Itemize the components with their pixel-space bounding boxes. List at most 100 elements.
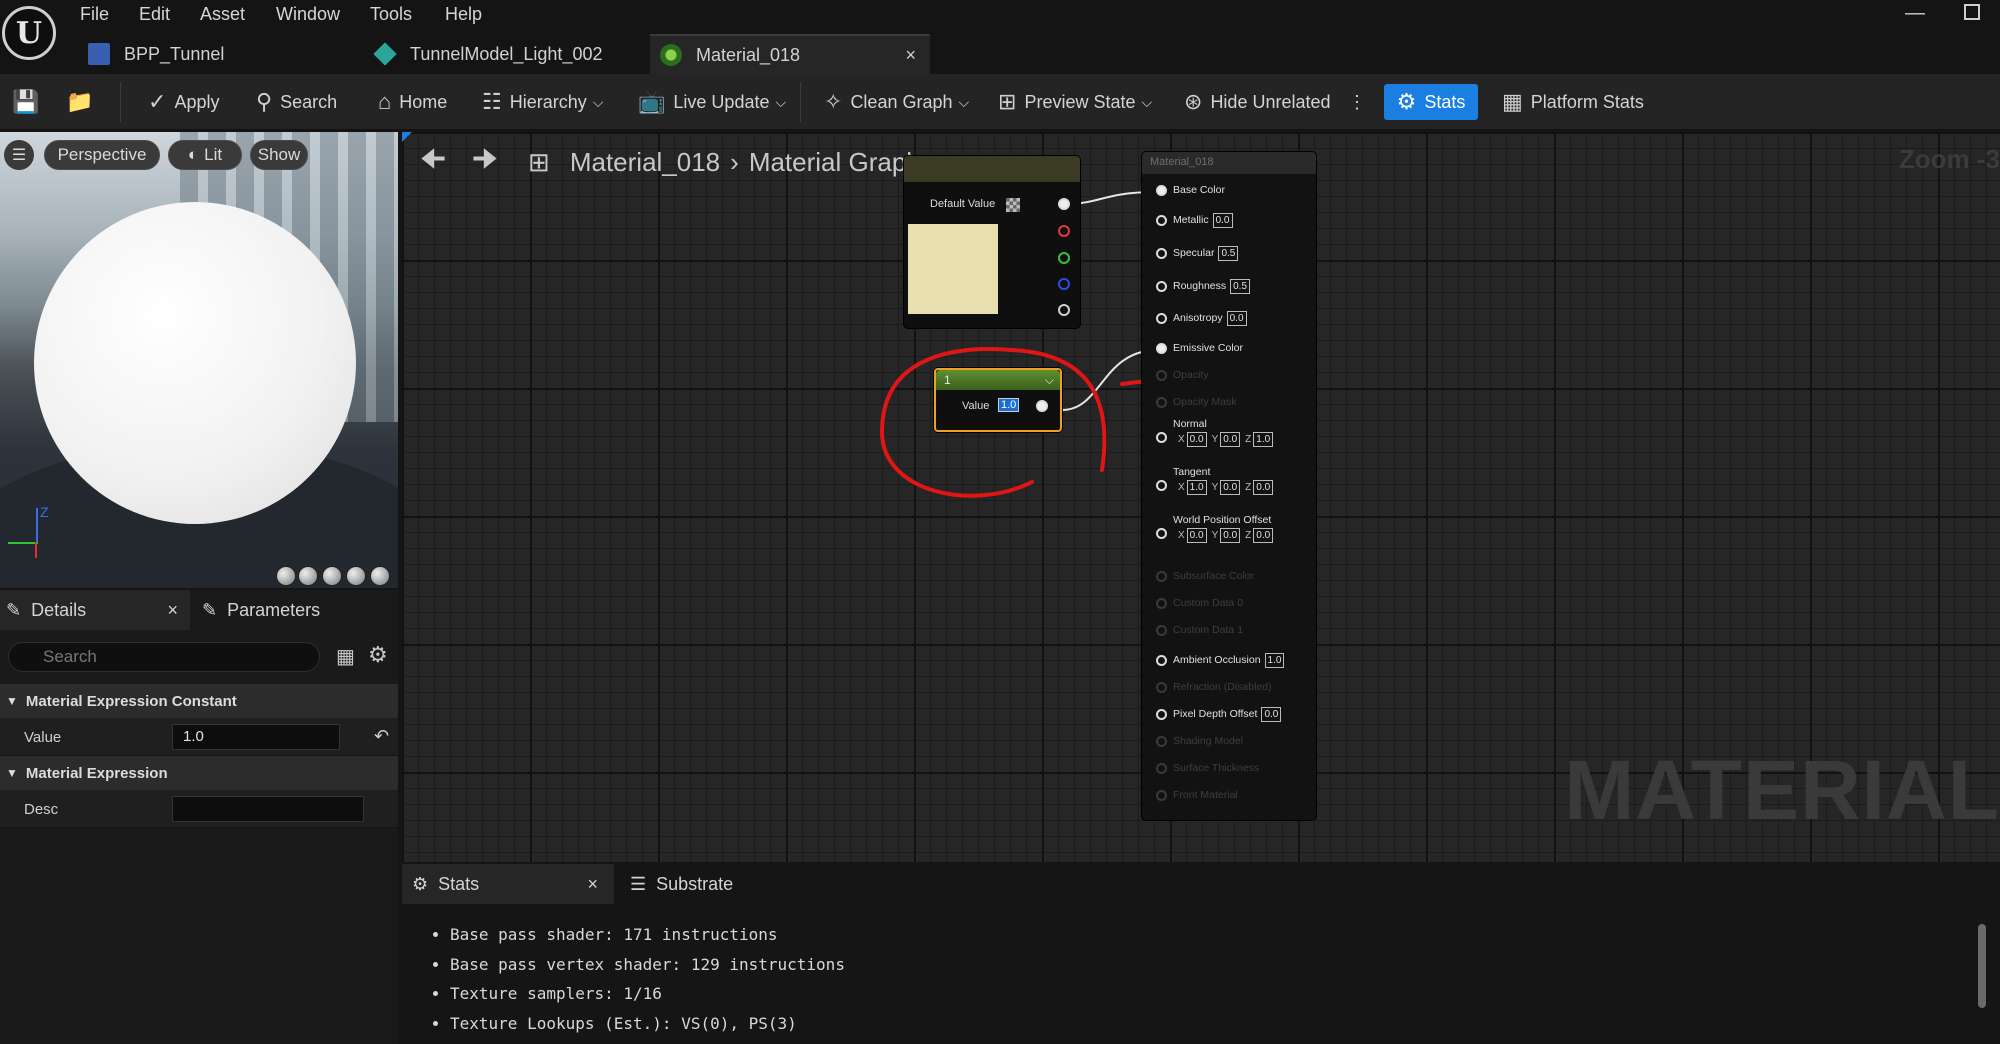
preview-cylinder-icon[interactable]: [276, 566, 296, 586]
material-input-row[interactable]: World Position Offset X 0.0 Y 0.0 Z 0.0: [1156, 514, 1274, 556]
material-input-row[interactable]: Surface Thickness: [1156, 758, 1259, 778]
live-update-button[interactable]: 📺 Live Update ⌵: [638, 86, 786, 118]
input-value-box[interactable]: 0.0: [1220, 528, 1241, 543]
input-pin[interactable]: [1156, 708, 1167, 720]
input-pin[interactable]: [1156, 570, 1167, 582]
material-input-row[interactable]: Front Material: [1156, 785, 1238, 805]
material-input-row[interactable]: Subsurface Color: [1156, 566, 1254, 586]
tab-tunnelmodel-light[interactable]: TunnelModel_Light_002: [364, 34, 640, 74]
material-input-row[interactable]: Shading Model: [1156, 731, 1243, 751]
stats-scrollbar[interactable]: [1978, 924, 1986, 1008]
close-details-icon[interactable]: ×: [167, 600, 178, 621]
tab-bpp-tunnel[interactable]: BPP_Tunnel: [78, 34, 354, 74]
input-pin[interactable]: [1156, 735, 1167, 747]
input-pin[interactable]: [1156, 624, 1167, 636]
input-pin[interactable]: [1156, 184, 1167, 196]
input-pin[interactable]: [1156, 762, 1167, 774]
platform-stats-button[interactable]: ▦ Platform Stats: [1502, 86, 1644, 118]
input-pin[interactable]: [1156, 597, 1167, 609]
material-output-node[interactable]: Material_018 Base Color Metallic 0.0 Specul…: [1142, 152, 1316, 820]
details-search-input[interactable]: Search: [8, 642, 320, 672]
preview-cube-icon[interactable]: [346, 566, 366, 586]
input-value-box[interactable]: 0.0: [1261, 706, 1282, 722]
material-input-row[interactable]: Emissive Color: [1156, 338, 1243, 358]
stats-button[interactable]: ⚙ Stats: [1384, 84, 1478, 120]
input-value-box[interactable]: 0.0: [1226, 310, 1247, 326]
gear-icon[interactable]: ⚙: [368, 642, 388, 668]
input-pin[interactable]: [1156, 528, 1167, 539]
material-input-row[interactable]: Opacity: [1156, 365, 1209, 385]
material-input-row[interactable]: Roughness 0.5: [1156, 276, 1251, 296]
preview-state-button[interactable]: ⊞ Preview State ⌵: [998, 86, 1152, 118]
material-input-row[interactable]: Refraction (Disabled): [1156, 677, 1272, 697]
clean-graph-button[interactable]: ✧ Clean Graph ⌵: [824, 86, 969, 118]
material-input-row[interactable]: Metallic 0.0: [1156, 210, 1233, 230]
minimize-icon[interactable]: —: [1905, 2, 1925, 25]
close-tab-icon[interactable]: ×: [905, 45, 916, 66]
input-pin[interactable]: [1156, 432, 1167, 443]
menu-help[interactable]: Help: [445, 4, 482, 26]
viewport-menu-icon[interactable]: ☰: [4, 140, 34, 170]
input-pin[interactable]: [1156, 789, 1167, 801]
input-value-box[interactable]: 0.5: [1230, 278, 1251, 294]
home-button[interactable]: ⌂ Home: [378, 86, 447, 118]
apply-button[interactable]: ✓ Apply: [148, 86, 219, 118]
menu-tools[interactable]: Tools: [370, 4, 412, 26]
input-value-box[interactable]: 0.5: [1218, 245, 1239, 261]
material-input-row[interactable]: Pixel Depth Offset 0.0: [1156, 704, 1282, 724]
input-value-box[interactable]: 1.0: [1253, 432, 1274, 447]
material-input-row[interactable]: Custom Data 1: [1156, 620, 1243, 640]
input-value-box[interactable]: 0.0: [1253, 528, 1274, 543]
material-input-row[interactable]: Custom Data 0: [1156, 593, 1243, 613]
input-value-box[interactable]: 1.0: [1264, 652, 1285, 668]
material-input-row[interactable]: Specular 0.5: [1156, 243, 1239, 263]
material-input-row[interactable]: Base Color: [1156, 180, 1225, 200]
search-button[interactable]: ⚲ Search: [256, 86, 337, 118]
input-pin[interactable]: [1156, 396, 1167, 408]
browse-icon[interactable]: 📁: [66, 86, 101, 118]
input-pin[interactable]: [1156, 681, 1167, 693]
material-input-row[interactable]: Normal X 0.0 Y 0.0 Z 1.0: [1156, 418, 1274, 460]
perspective-button[interactable]: Perspective: [44, 140, 160, 170]
show-button[interactable]: Show: [250, 140, 308, 170]
input-pin[interactable]: [1156, 214, 1167, 226]
input-value-box[interactable]: 0.0: [1220, 480, 1241, 495]
input-value-box[interactable]: 0.0: [1220, 432, 1241, 447]
unreal-logo-icon[interactable]: U: [2, 6, 56, 60]
preview-sphere-icon[interactable]: [298, 566, 318, 586]
input-value-box[interactable]: 0.0: [1186, 528, 1207, 543]
tab-material-018[interactable]: Material_018 ×: [650, 34, 930, 74]
desc-field[interactable]: [172, 796, 364, 822]
material-input-row[interactable]: Anisotropy 0.0: [1156, 308, 1247, 328]
hide-unrelated-button[interactable]: ⊛ Hide Unrelated: [1184, 86, 1331, 118]
material-input-row[interactable]: Tangent X 1.0 Y 0.0 Z 0.0: [1156, 466, 1274, 508]
input-pin[interactable]: [1156, 342, 1167, 354]
table-view-icon[interactable]: ▦: [336, 644, 355, 669]
more-options-icon[interactable]: ⋮: [1348, 86, 1366, 118]
tab-details[interactable]: ✎ Details ×: [0, 590, 190, 630]
menu-asset[interactable]: Asset: [200, 4, 245, 26]
input-pin[interactable]: [1156, 247, 1167, 259]
tab-parameters[interactable]: ✎ Parameters: [196, 590, 396, 630]
input-value-box[interactable]: 0.0: [1186, 432, 1207, 447]
reset-to-default-icon[interactable]: ↶: [374, 726, 389, 747]
input-pin[interactable]: [1156, 280, 1167, 292]
section-expression[interactable]: ▼ Material Expression: [0, 756, 398, 790]
section-expression-constant[interactable]: ▼ Material Expression Constant: [0, 684, 398, 718]
material-graph-canvas[interactable]: 🠈 🠊 ⊞ Material_018 › Material Graph Zoom…: [402, 132, 2000, 862]
input-pin[interactable]: [1156, 312, 1167, 324]
material-input-row[interactable]: Opacity Mask: [1156, 392, 1237, 412]
menu-window[interactable]: Window: [276, 4, 340, 26]
input-pin[interactable]: [1156, 654, 1167, 666]
input-pin[interactable]: [1156, 480, 1167, 491]
save-icon[interactable]: 💾: [12, 86, 47, 118]
material-node-title[interactable]: Material_018: [1142, 152, 1316, 174]
input-value-box[interactable]: 1.0: [1186, 480, 1207, 495]
hierarchy-button[interactable]: ☷ Hierarchy ⌵: [482, 86, 603, 118]
preview-plane-icon[interactable]: [322, 566, 342, 586]
value-field[interactable]: 1.0: [172, 724, 340, 750]
input-pin[interactable]: [1156, 369, 1167, 381]
menu-edit[interactable]: Edit: [139, 4, 170, 26]
menu-file[interactable]: File: [80, 4, 109, 26]
close-stats-icon[interactable]: ×: [587, 874, 598, 895]
